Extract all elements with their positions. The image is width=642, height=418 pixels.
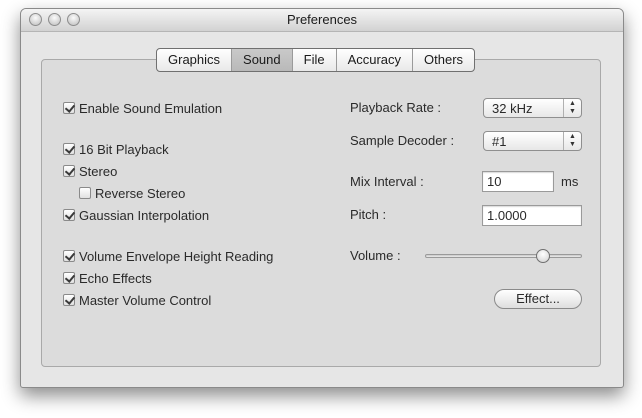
pitch-label: Pitch :: [350, 207, 387, 222]
checkbox-16-bit-playback-box[interactable]: [63, 143, 75, 155]
checkbox-echo-effects[interactable]: Echo Effects: [63, 270, 152, 286]
sample-decoder-value: #1: [492, 134, 507, 149]
checkbox-16-bit-playback[interactable]: 16 Bit Playback: [63, 141, 169, 157]
sample-decoder-popup[interactable]: #1 ▲ ▼: [483, 131, 582, 151]
pitch-field[interactable]: 1.0000: [482, 205, 582, 226]
up-down-arrows-icon: ▲ ▼: [563, 132, 581, 150]
checkbox-reverse-stereo-box[interactable]: [79, 187, 91, 199]
volume-label: Volume :: [350, 248, 401, 263]
checkbox-master-volume-control[interactable]: Master Volume Control: [63, 292, 211, 308]
up-down-arrows-icon: ▲ ▼: [563, 99, 581, 117]
checkbox-enable-sound-emulation-label: Enable Sound Emulation: [79, 100, 223, 116]
checkbox-echo-effects-box[interactable]: [63, 272, 75, 284]
playback-rate-value: 32 kHz: [492, 101, 533, 116]
tab-sound[interactable]: Sound: [232, 49, 293, 71]
checkbox-gaussian-interpolation-label: Gaussian Interpolation: [79, 207, 210, 223]
checkbox-volume-envelope-height-reading-label: Volume Envelope Height Reading: [79, 248, 274, 264]
tab-accuracy[interactable]: Accuracy: [337, 49, 414, 71]
checkbox-reverse-stereo-label: Reverse Stereo: [95, 185, 186, 201]
checkbox-master-volume-control-box[interactable]: [63, 294, 75, 306]
volume-slider-knob[interactable]: [535, 249, 550, 263]
checkbox-enable-sound-emulation[interactable]: Enable Sound Emulation: [63, 100, 222, 116]
checkbox-volume-envelope-height-reading-box[interactable]: [63, 250, 75, 262]
mix-interval-label: Mix Interval :: [350, 174, 424, 189]
playback-rate-popup[interactable]: 32 kHz ▲ ▼: [483, 98, 582, 118]
checkbox-stereo-box[interactable]: [63, 165, 75, 177]
mix-interval-unit: ms: [561, 174, 579, 189]
checkbox-stereo[interactable]: Stereo: [63, 163, 117, 179]
tab-file[interactable]: File: [293, 49, 337, 71]
checkbox-stereo-label: Stereo: [79, 163, 118, 179]
tab-bar: Graphics Sound File Accuracy Others: [156, 48, 476, 72]
playback-rate-label: Playback Rate :: [350, 100, 442, 115]
checkbox-enable-sound-emulation-box[interactable]: [63, 102, 75, 114]
checkbox-volume-envelope-height-reading[interactable]: Volume Envelope Height Reading: [63, 248, 273, 264]
title-bar[interactable]: Preferences: [21, 9, 623, 32]
checkbox-master-volume-control-label: Master Volume Control: [79, 292, 212, 308]
checkbox-16-bit-playback-label: 16 Bit Playback: [79, 141, 169, 157]
mix-interval-field[interactable]: 10: [482, 171, 554, 192]
checkbox-echo-effects-label: Echo Effects: [79, 270, 152, 286]
tab-graphics[interactable]: Graphics: [157, 49, 233, 71]
volume-slider-track[interactable]: [425, 254, 582, 258]
preferences-window: Preferences Graphics Sound File Accuracy…: [20, 8, 624, 388]
tab-others[interactable]: Others: [413, 49, 474, 71]
checkbox-gaussian-interpolation-box[interactable]: [63, 209, 75, 221]
checkbox-reverse-stereo[interactable]: Reverse Stereo: [79, 185, 185, 201]
sample-decoder-label: Sample Decoder :: [350, 133, 455, 148]
window-title: Preferences: [286, 12, 358, 27]
effect-button[interactable]: Effect...: [494, 289, 582, 309]
checkbox-gaussian-interpolation[interactable]: Gaussian Interpolation: [63, 207, 209, 223]
